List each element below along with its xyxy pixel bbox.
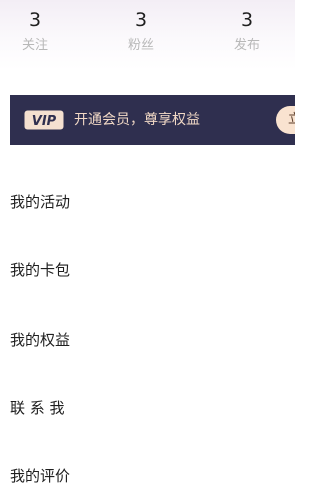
menu-item-my-activities[interactable]: 我的活动 bbox=[10, 187, 285, 217]
vip-promo-text: 开通会员，尊享权益 bbox=[74, 112, 200, 128]
stat-fans[interactable]: 3 粉丝 bbox=[106, 8, 176, 54]
stat-posts[interactable]: 3 发布 bbox=[212, 8, 282, 54]
stat-posts-count: 3 bbox=[240, 9, 254, 31]
vip-logo-text: VIP bbox=[32, 114, 57, 129]
stat-following-count: 3 bbox=[28, 9, 42, 31]
stat-fans-label: 粉丝 bbox=[127, 38, 154, 53]
profile-stats: 3 关注 3 粉丝 3 发布 bbox=[0, 8, 295, 68]
stat-following-label: 关注 bbox=[21, 38, 48, 53]
menu-item-my-card-wallet[interactable]: 我的卡包 bbox=[10, 255, 285, 285]
menu-item-my-reviews[interactable]: 我的评价 bbox=[10, 461, 285, 491]
stat-fans-count: 3 bbox=[134, 9, 148, 31]
stat-following[interactable]: 3 关注 bbox=[0, 8, 70, 54]
menu-item-contact-me[interactable]: 联 系 我 bbox=[10, 393, 285, 423]
vip-banner[interactable]: VIP 开通会员，尊享权益 立 bbox=[10, 95, 295, 145]
vip-logo-icon: VIP bbox=[24, 110, 64, 130]
menu-item-my-benefits[interactable]: 我的权益 bbox=[10, 325, 285, 355]
stat-posts-label: 发布 bbox=[233, 38, 260, 53]
vip-open-button[interactable]: 立 bbox=[276, 106, 295, 134]
